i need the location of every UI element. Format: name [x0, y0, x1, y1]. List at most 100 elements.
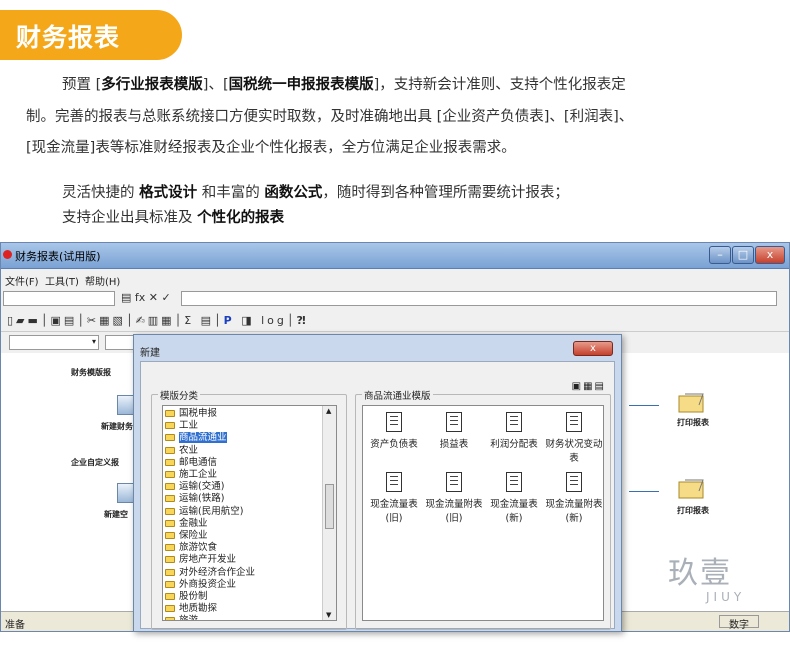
folder-icon [165, 544, 175, 552]
category-item[interactable]: 运输(铁路) [165, 493, 224, 505]
scroll-down-icon[interactable]: ▼ [326, 611, 331, 619]
cell-ref-box[interactable] [3, 291, 115, 306]
folder-icon [165, 446, 175, 454]
list-scrollbar[interactable]: ▲ ▼ [322, 406, 336, 620]
canvas-print-2: 打印报表 [677, 506, 709, 515]
toolbar-icons[interactable]: ▯▰▬│▣▤│✂▦▧│✍▥▦│Σ ▤│P ◨ log│⁈ [7, 314, 309, 327]
template-group: 商品流通业模版 ▣▦▤ 资产负债表 损益表 利润分配表 财务状况变动表现金流量表(旧)… [355, 381, 611, 630]
dialog-body: 模版分类 ▲ ▼ 国税申报 工业 商品流通业 农业 邮电通信 施工企业 运输(交通) 运输(铁… [140, 361, 615, 630]
scroll-thumb[interactable] [325, 484, 334, 529]
template-item[interactable]: 现金流量表(旧) [365, 472, 423, 524]
intro-line-1: 预置 [多行业报表模版]、[国税统一申报报表模版]，支持新会计准则、支持个性化报… [62, 77, 626, 93]
canvas-heading-1: 财务模版报 [71, 368, 111, 377]
template-label: 现金流量附表(旧) [425, 499, 483, 524]
folder-icon [165, 580, 175, 588]
template-label: 现金流量附表(新) [545, 499, 603, 524]
menu-help[interactable]: 帮助(H) [85, 273, 120, 288]
template-label: 现金流量表(新) [490, 499, 538, 524]
category-item[interactable]: 运输(民用航空) [165, 506, 243, 518]
category-item[interactable]: 房地产开发业 [165, 554, 236, 566]
canvas-node-2: 新建空 [104, 510, 128, 519]
template-label: 现金流量表(旧) [370, 499, 418, 524]
category-item[interactable]: 商品流通业 [165, 432, 227, 444]
intro-line-2: 制。完善的报表与总账系统接口方便实时取数，及时准确地出具 [企业资产负债表]、[… [26, 109, 634, 125]
canvas-node-1: 新建财务 [101, 422, 133, 431]
category-item[interactable]: 地质勘探 [165, 603, 217, 615]
category-item[interactable]: 旅游饮食 [165, 542, 217, 554]
category-item[interactable]: 施工企业 [165, 469, 217, 481]
folder-icon [165, 410, 175, 417]
template-item[interactable]: 损益表 [425, 412, 483, 450]
category-label: 商品流通业 [179, 432, 227, 444]
close-button[interactable]: x [755, 246, 785, 264]
category-label: 房地产开发业 [179, 554, 237, 566]
template-item[interactable]: 资产负债表 [365, 412, 423, 450]
category-label: 运输(铁路) [179, 493, 225, 505]
category-item[interactable]: 农业 [165, 445, 198, 457]
new-dialog: 新建 x 模版分类 ▲ ▼ 国税申报 工业 商品流通业 农业 邮电通信 施工企业 运输(交通… [133, 334, 622, 632]
category-item[interactable]: 邮电通信 [165, 457, 217, 469]
dialog-close-button[interactable]: x [573, 341, 613, 356]
category-label: 外商投资企业 [179, 578, 237, 590]
spreadsheet-icon [446, 412, 462, 432]
minimize-button[interactable]: – [709, 246, 731, 264]
category-item[interactable]: 旅游 [165, 615, 198, 620]
folder-icon [165, 507, 175, 515]
category-label: 运输(民用航空) [179, 505, 244, 517]
section-badge: 财务报表 [0, 10, 182, 60]
folder-icon [165, 617, 175, 620]
folder-icon [165, 422, 175, 430]
watermark-logo: 玖壹 [668, 556, 732, 591]
category-item[interactable]: 国税申报 [165, 408, 217, 420]
template-list[interactable]: 资产负债表 损益表 利润分配表 财务状况变动表现金流量表(旧) 现金流量附表(旧) 现金流… [362, 405, 604, 621]
category-item[interactable]: 股份制 [165, 591, 208, 603]
category-label: 国税申报 [179, 408, 218, 419]
watermark-text: JIUY [706, 590, 746, 604]
category-item[interactable]: 对外经济合作企业 [165, 567, 255, 579]
category-label: 工业 [179, 420, 199, 432]
template-item[interactable]: 现金流量附表(新) [545, 472, 603, 524]
dialog-title: 新建 [140, 348, 160, 359]
view-mode-icons[interactable]: ▣▦▤ [572, 381, 606, 392]
template-item[interactable]: 现金流量附表(旧) [425, 472, 483, 524]
print-report-icon[interactable] [677, 477, 707, 501]
flow-arrow [629, 405, 659, 406]
category-label: 运输(交通) [179, 481, 225, 493]
template-item[interactable]: 现金流量表(新) [485, 472, 543, 524]
category-item[interactable]: 金融业 [165, 518, 208, 530]
spreadsheet-icon [506, 412, 522, 432]
menu-file[interactable]: 文件(F) [5, 273, 39, 288]
category-label: 保险业 [179, 530, 208, 541]
category-item[interactable]: 工业 [165, 420, 198, 432]
template-label: 财务状况变动表 [545, 439, 603, 464]
maximize-button[interactable]: □ [732, 246, 754, 264]
template-item[interactable]: 利润分配表 [485, 412, 543, 450]
category-group: 模版分类 ▲ ▼ 国税申报 工业 商品流通业 农业 邮电通信 施工企业 运输(交通) 运输(铁… [151, 388, 347, 630]
print-report-icon[interactable] [677, 391, 707, 415]
template-item[interactable]: 财务状况变动表 [545, 412, 603, 464]
size-select[interactable] [105, 335, 135, 350]
spreadsheet-icon [386, 472, 402, 492]
spreadsheet-icon [386, 412, 402, 432]
category-item[interactable]: 运输(交通) [165, 481, 224, 493]
category-label: 金融业 [179, 517, 208, 529]
formula-bar: ▤ fx ✕ ✓ [1, 289, 789, 309]
menu-tools[interactable]: 工具(T) [45, 273, 79, 288]
standard-toolbar: ▯▰▬│▣▤│✂▦▧│✍▥▦│Σ ▤│P ◨ log│⁈ [1, 310, 789, 332]
folder-icon [165, 556, 175, 564]
category-label: 邮电通信 [179, 456, 218, 468]
category-item[interactable]: 外商投资企业 [165, 579, 236, 591]
font-select[interactable]: ▾ [9, 335, 99, 350]
folder-icon [165, 532, 175, 539]
spreadsheet-icon [566, 412, 582, 432]
template-group-label: 商品流通业模版 [362, 388, 433, 402]
category-list[interactable]: ▲ ▼ 国税申报 工业 商品流通业 农业 邮电通信 施工企业 运输(交通) 运输(铁路) 运输(… [162, 405, 337, 621]
category-item[interactable]: 保险业 [165, 530, 208, 542]
formula-input[interactable] [181, 291, 777, 306]
template-label: 资产负债表 [370, 439, 418, 450]
scroll-up-icon[interactable]: ▲ [326, 407, 331, 415]
status-text: 准备 [5, 620, 25, 631]
canvas-print-1: 打印报表 [677, 418, 709, 427]
folder-icon [165, 605, 175, 613]
folder-icon [165, 593, 175, 600]
